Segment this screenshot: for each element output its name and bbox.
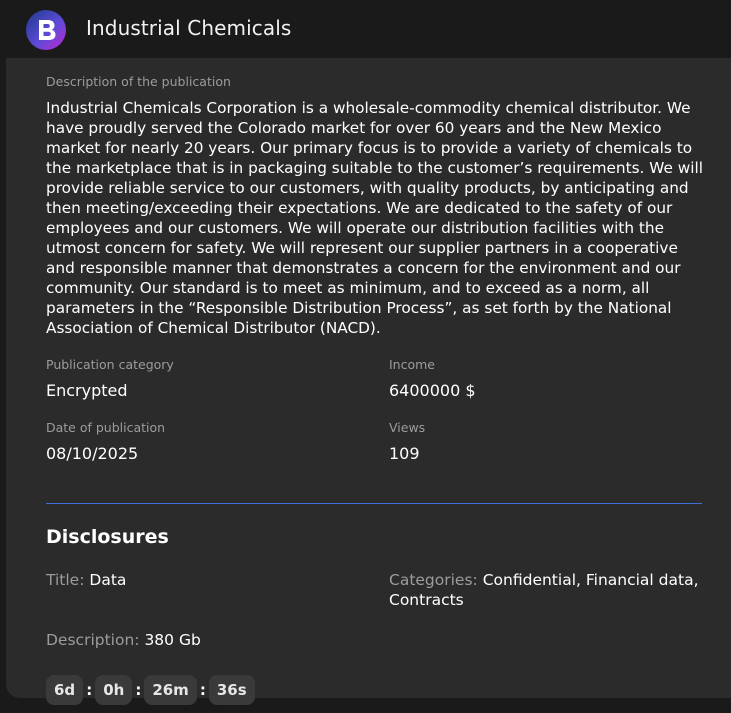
category-value: Encrypted	[46, 381, 128, 400]
disclosure-categories-key: Categories:	[389, 571, 478, 589]
disclosure-description-key: Description:	[46, 631, 140, 649]
app-header: Industrial Chemicals	[0, 0, 731, 58]
disclosure-description: Description: 380 Gb	[46, 630, 201, 650]
publication-panel: Description of the publication Industria…	[6, 58, 731, 705]
disclosure-categories: Categories: Confidential, Financial data…	[389, 570, 709, 610]
countdown-timer: 6d : 0h : 26m : 36s	[46, 675, 255, 705]
category-label: Publication category	[46, 357, 174, 372]
app-title: Industrial Chemicals	[86, 16, 292, 40]
countdown-seconds: 36s	[208, 675, 255, 705]
income-label: Income	[389, 357, 435, 372]
disclosure-title-key: Title:	[46, 571, 85, 589]
views-value: 109	[389, 444, 420, 463]
section-divider	[46, 503, 702, 504]
countdown-separator: :	[199, 681, 206, 699]
countdown-days: 6d	[46, 675, 84, 705]
views-label: Views	[389, 420, 426, 435]
countdown-separator: :	[135, 681, 142, 699]
disclosure-description-value: 380 Gb	[144, 631, 201, 649]
disclosure-categories-value: Confidential, Financial data,	[482, 571, 699, 589]
disclosure-categories-value-cont: Contracts	[389, 591, 464, 609]
countdown-separator: :	[86, 681, 93, 699]
countdown-hours: 0h	[95, 675, 133, 705]
disclosure-title: Title: Data	[46, 570, 126, 590]
description-label: Description of the publication	[46, 74, 231, 89]
disclosure-title-value: Data	[89, 571, 127, 589]
income-value: 6400000 $	[389, 381, 476, 400]
publication-description: Industrial Chemicals Corporation is a wh…	[46, 99, 704, 337]
date-value: 08/10/2025	[46, 444, 139, 463]
disclosures-heading: Disclosures	[46, 526, 169, 548]
b-logo-icon[interactable]	[26, 10, 66, 50]
date-label: Date of publication	[46, 420, 166, 435]
countdown-minutes: 26m	[144, 675, 197, 705]
